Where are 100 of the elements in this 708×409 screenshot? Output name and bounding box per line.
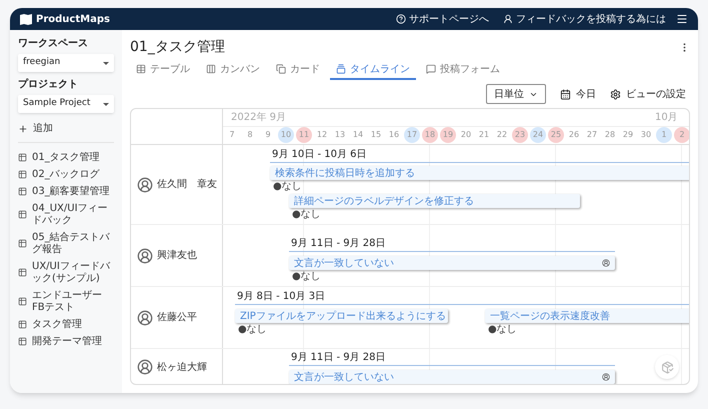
task-title: 検索条件に投稿日時を追加する: [275, 166, 415, 180]
view-tab[interactable]: 投稿フォーム: [420, 60, 506, 80]
table-icon: [18, 153, 27, 162]
header-link[interactable]: サポートページへ: [396, 12, 489, 26]
sidebar-item[interactable]: 04_UX/UIフィードバック: [18, 200, 114, 229]
task-bar[interactable]: 一覧ページの表示速度改善: [485, 309, 689, 323]
day-label: 12: [316, 129, 328, 142]
day-label: 18: [422, 127, 438, 144]
sidebar-item[interactable]: 03_顧客要望管理: [18, 183, 114, 200]
day-label: 9: [264, 129, 272, 142]
day-label: 1: [656, 127, 672, 144]
date-range-label: 9月 11日 - 9月 28日: [291, 351, 386, 364]
table-icon: [18, 268, 27, 277]
person-icon: [503, 14, 513, 24]
day-label: 27: [586, 129, 598, 142]
sidebar-item[interactable]: エンドユーザーFBテスト: [18, 287, 114, 316]
scale-select[interactable]: 日単位: [486, 84, 546, 104]
month-label: 2022年 9月: [231, 112, 286, 124]
day-label: 20: [460, 129, 472, 142]
sidebar-item[interactable]: 02_バックログ: [18, 166, 114, 183]
day-label: 14: [352, 129, 364, 142]
task-title: 一覧ページの表示速度改善: [490, 310, 610, 324]
sidebar-item[interactable]: 05_結合テストバグ報告: [18, 229, 114, 258]
view-tab[interactable]: カード: [270, 60, 326, 80]
day-label: 26: [568, 129, 580, 142]
timeline-icon: [336, 64, 346, 74]
app-name: ProductMaps: [36, 12, 110, 26]
date-range-label: 9月 8日 - 10月 3日: [237, 290, 326, 303]
sidebar-item[interactable]: 01_タスク管理: [18, 149, 114, 166]
workspace-select[interactable]: freegian: [18, 54, 114, 72]
day-label: 8: [246, 129, 254, 142]
day-label: 23: [512, 127, 528, 144]
task-status: ●なし: [238, 324, 267, 336]
day-label: 11: [296, 127, 312, 144]
task-bar[interactable]: 文言が一致していない: [289, 370, 615, 384]
avatar-icon: [137, 248, 153, 264]
table-icon: [136, 64, 146, 74]
table-icon: [18, 337, 27, 346]
sidebar-item[interactable]: 開発テーマ管理: [18, 333, 114, 350]
settings-icon: [610, 88, 621, 100]
table-icon: [18, 239, 27, 248]
date-range-label: 9月 10日 - 10月 6日: [272, 148, 366, 161]
assignee-name: 興津友也: [157, 248, 197, 263]
view-tab[interactable]: タイムライン: [330, 60, 416, 80]
day-label: 15: [370, 129, 382, 142]
task-status: ●なし: [273, 181, 302, 193]
map-logo-icon: [20, 14, 32, 24]
avatar-icon: [137, 359, 153, 375]
assignee-name: 佐藤公平: [157, 310, 197, 325]
day-label: 28: [604, 129, 616, 142]
table-icon: [18, 320, 27, 329]
table-icon: [18, 210, 27, 219]
day-label: 22: [496, 129, 508, 142]
task-status: ●なし: [292, 271, 321, 283]
table-icon: [18, 170, 27, 179]
section-label: プロジェクト: [18, 77, 79, 92]
form-icon: [426, 64, 436, 74]
day-label: 7: [228, 129, 236, 142]
task-status: ●なし: [488, 324, 517, 336]
add-button[interactable]: 追加: [18, 121, 114, 136]
avatar-icon: [137, 176, 153, 192]
sidebar-item[interactable]: タスク管理: [18, 316, 114, 333]
assignee-name: 松ヶ迫大輝: [157, 360, 207, 374]
day-label: 21: [478, 129, 490, 142]
task-title: 詳細ページのラベルデザインを修正する: [294, 194, 474, 208]
menu-icon[interactable]: [676, 13, 688, 25]
view-settings-button[interactable]: ビューの設定: [610, 86, 686, 102]
day-label: 19: [440, 127, 456, 144]
avatar-icon: [137, 310, 153, 326]
task-title: 文言が一致していない: [294, 256, 394, 270]
today-button[interactable]: 今日: [560, 86, 596, 102]
help-icon: [396, 14, 406, 24]
day-label: 2: [674, 127, 689, 144]
table-icon: [18, 187, 27, 196]
view-tab[interactable]: テーブル: [130, 60, 196, 80]
day-label: 25: [548, 127, 564, 144]
avatar-icon: [602, 259, 610, 267]
avatar-icon: [602, 373, 610, 381]
day-label: 13: [334, 129, 346, 142]
view-tab[interactable]: カンバン: [200, 60, 266, 80]
day-label: 16: [388, 129, 400, 142]
header-link[interactable]: フィードバックを投稿する為には: [503, 12, 666, 26]
calendar-icon: [560, 88, 571, 100]
package-icon: [660, 360, 674, 374]
table-icon: [18, 297, 27, 306]
day-label: 24: [530, 127, 546, 144]
task-title: 文言が一致していない: [294, 370, 394, 384]
sidebar-item[interactable]: UX/UIフィードバック(サンプル): [18, 258, 114, 287]
task-bar[interactable]: 文言が一致していない: [289, 256, 615, 270]
assignee-name: 佐久間 章友: [157, 178, 217, 192]
project-select[interactable]: Sample Project: [18, 95, 114, 113]
caret-icon: [103, 102, 109, 106]
caret-icon: [103, 62, 109, 64]
day-label: 10: [278, 127, 294, 144]
card-icon: [276, 64, 286, 74]
task-status: ●なし: [292, 209, 321, 221]
day-label: 29: [622, 129, 634, 142]
day-label: 30: [640, 129, 652, 142]
task-bar[interactable]: 詳細ページのラベルデザインを修正する: [289, 194, 580, 208]
month-label: 10月: [655, 112, 678, 124]
